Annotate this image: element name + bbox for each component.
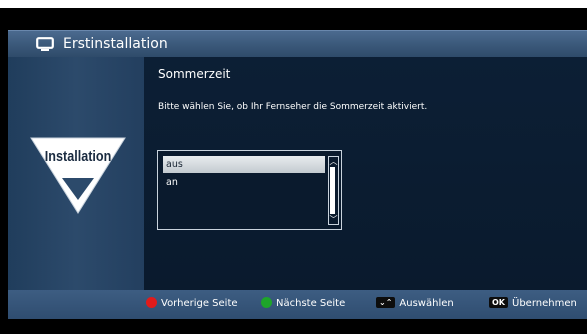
- svg-text:Installation: Installation: [45, 148, 111, 164]
- hint-next-page-label: Nächste Seite: [276, 298, 346, 309]
- bottom-black-strip: [0, 319, 587, 334]
- hint-next-page[interactable]: Nächste Seite: [261, 296, 345, 312]
- scroll-thumb[interactable]: [330, 167, 335, 214]
- top-black-strip: [0, 8, 587, 30]
- sidebar: Installation: [8, 57, 144, 290]
- page-title: Erstinstallation: [63, 36, 168, 52]
- option-listbox[interactable]: aus an ︿ ﹀: [157, 150, 342, 230]
- scroll-up-icon[interactable]: ︿: [329, 157, 338, 166]
- up-down-arrows-icon: ⌄⌃: [376, 297, 396, 308]
- tv-icon: [36, 37, 54, 51]
- title-bar: Erstinstallation: [8, 30, 587, 57]
- top-white-strip: [0, 0, 587, 8]
- hint-apply[interactable]: OK Übernehmen: [489, 296, 577, 312]
- list-item-an[interactable]: an: [163, 174, 325, 191]
- main-panel: Sommerzeit Bitte wählen Sie, ob Ihr Fern…: [144, 57, 587, 290]
- section-title: Sommerzeit: [158, 67, 231, 81]
- hint-previous-page[interactable]: Vorherige Seite: [146, 296, 238, 312]
- hint-select-label: Auswählen: [399, 298, 454, 309]
- ok-key-badge: OK: [489, 297, 508, 308]
- hint-apply-label: Übernehmen: [512, 298, 577, 309]
- screen: Erstinstallation Installation Sommerzeit…: [0, 0, 587, 334]
- installation-triangle-logo: Installation: [30, 137, 126, 214]
- hint-previous-page-label: Vorherige Seite: [161, 298, 238, 309]
- list-scrollbar[interactable]: ︿ ﹀: [328, 156, 339, 225]
- list-item-aus[interactable]: aus: [163, 156, 325, 173]
- green-button-icon: [261, 297, 272, 308]
- hint-select[interactable]: ⌄⌃ Auswählen: [376, 296, 454, 312]
- footer-bar: Vorherige Seite Nächste Seite ⌄⌃ Auswähle…: [8, 290, 587, 319]
- description-text: Bitte wählen Sie, ob Ihr Fernseher die S…: [158, 102, 428, 112]
- red-button-icon: [146, 297, 157, 308]
- scroll-down-icon[interactable]: ﹀: [329, 215, 338, 224]
